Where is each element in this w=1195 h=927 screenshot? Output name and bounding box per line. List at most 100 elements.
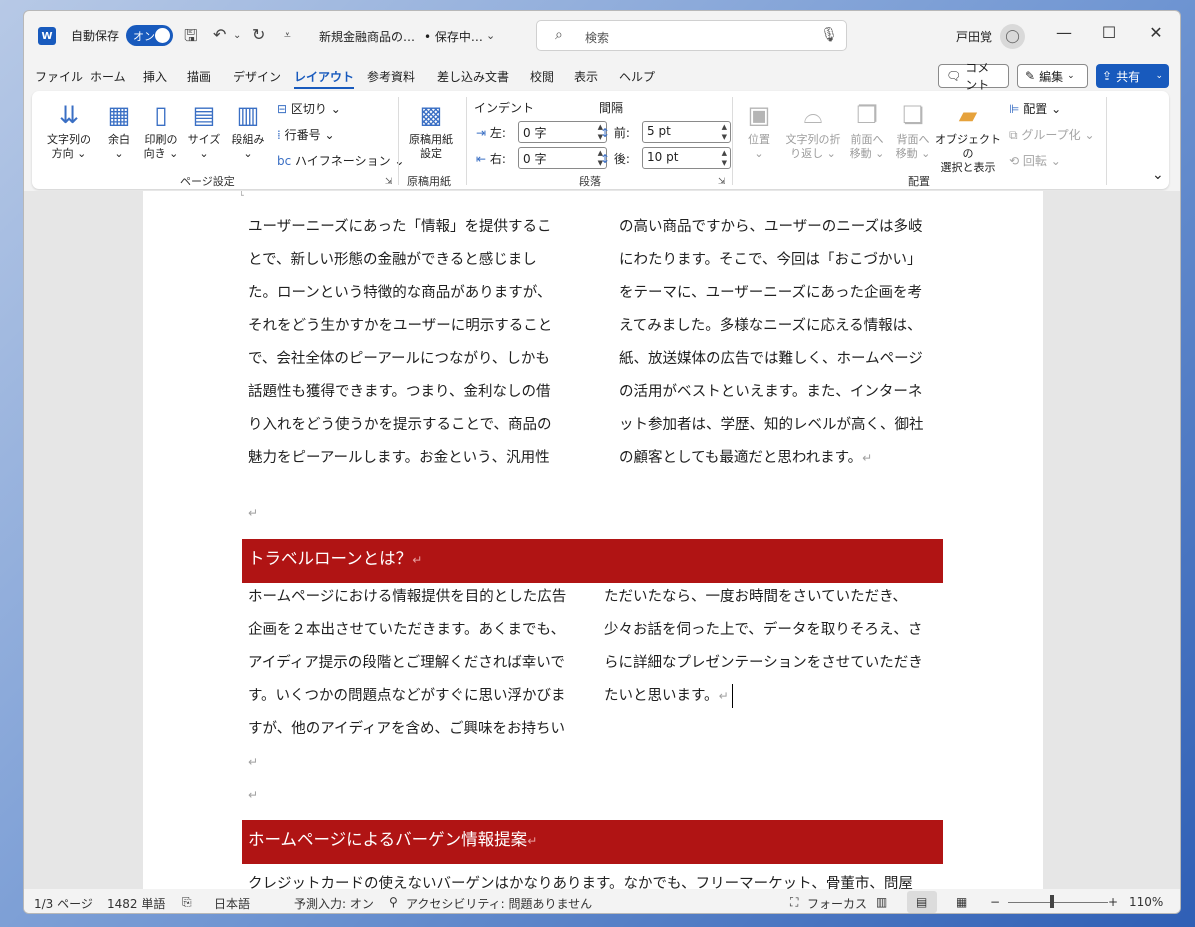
- focus-icon[interactable]: ⛶: [790, 895, 798, 910]
- manuscript-paper-icon: ▩: [419, 101, 443, 129]
- tab-design[interactable]: デザイン: [233, 68, 281, 85]
- read-mode-icon[interactable]: ▥: [876, 895, 887, 909]
- indent-right-input[interactable]: 0 字 ▲ ▼: [518, 147, 607, 169]
- tab-mailings[interactable]: 差し込み文書: [437, 68, 509, 85]
- heading-bargain-info[interactable]: ホームページによるバーゲン情報提案↵: [242, 820, 943, 864]
- position-icon: ▣: [747, 101, 771, 129]
- undo-icon[interactable]: ↶: [213, 25, 226, 44]
- ribbon-collapse-icon[interactable]: ⌄: [1152, 167, 1164, 183]
- user-avatar-icon[interactable]: ◯: [1000, 24, 1025, 49]
- zoom-level[interactable]: 110%: [1129, 895, 1163, 909]
- document-title[interactable]: 新規金融商品の…: [319, 28, 415, 45]
- redo-icon[interactable]: ↻: [252, 25, 265, 44]
- zoom-slider[interactable]: [1008, 902, 1108, 903]
- paragraph-mark: ↵: [718, 689, 729, 703]
- orientation-button[interactable]: ▯ 印刷の 向き ⌄: [140, 99, 182, 161]
- text-prediction[interactable]: 予測入力: オン: [294, 895, 374, 912]
- maximize-icon[interactable]: ☐: [1094, 23, 1124, 42]
- editing-mode-button[interactable]: ✎ 編集 ⌄: [1017, 64, 1088, 88]
- word-app-icon[interactable]: W: [38, 27, 56, 45]
- spinner-arrows-icon[interactable]: ▲ ▼: [722, 148, 727, 168]
- spacing-after-text: 後:: [613, 152, 630, 166]
- wrap-text-button[interactable]: ⌓ 文字列の折 り返し ⌄: [782, 99, 844, 161]
- rotate-button[interactable]: ⟲ 回転 ⌄: [1009, 152, 1061, 169]
- tab-draw[interactable]: 描画: [187, 68, 211, 85]
- spacing-before-value: 5 pt: [647, 124, 671, 138]
- search-box[interactable]: ⌕ 検索 🎙: [536, 20, 847, 51]
- align-button[interactable]: ⊫ 配置 ⌄: [1009, 100, 1061, 117]
- text-line: で、会社全体のピーアールにつながり、しかも: [248, 351, 550, 367]
- text-cursor: [731, 684, 733, 708]
- breaks-button[interactable]: ⊟ 区切り ⌄: [277, 100, 341, 117]
- section2-right-column[interactable]: ただいたなら、一度お時間をさいていただき、 少々お話を伺った上で、データを取りそ…: [604, 581, 923, 713]
- tab-home[interactable]: ホーム: [90, 68, 126, 85]
- autosave-label: 自動保存: [71, 29, 120, 43]
- tab-view[interactable]: 表示: [574, 68, 598, 85]
- tab-file[interactable]: ファイル: [35, 68, 83, 85]
- section1-left-column[interactable]: ユーザーニーズにあった「情報」を提供するこ とで、新しい形態の金融ができると感じ…: [248, 211, 552, 475]
- text-line: たいと思います。↵: [604, 680, 923, 713]
- hyphenation-button[interactable]: bc ハイフネーション ⌄: [277, 152, 404, 169]
- autosave-toggle-label: オン: [133, 29, 155, 43]
- minimize-icon[interactable]: —: [1049, 23, 1079, 42]
- text-line: の高い商品ですから、ユーザーのニーズは多岐: [619, 219, 923, 235]
- bring-forward-button[interactable]: ❐ 前面へ 移動 ⌄: [846, 99, 888, 161]
- microphone-icon[interactable]: 🎙: [820, 27, 838, 43]
- save-status[interactable]: • 保存中…: [424, 28, 483, 45]
- autosave-toggle[interactable]: オン: [126, 25, 173, 46]
- selection-pane-button[interactable]: ▰ オブジェクトの 選択と表示: [934, 99, 1002, 175]
- document-canvas[interactable]: └ ユーザーニーズにあった「情報」を提供するこ とで、新しい形態の金融ができると…: [24, 191, 1180, 889]
- proofing-icon[interactable]: ⎘: [182, 895, 192, 910]
- position-button[interactable]: ▣ 位置 ⌄: [739, 99, 779, 161]
- indent-title: インデント: [474, 101, 535, 115]
- size-button[interactable]: ▤ サイズ ⌄: [186, 99, 222, 161]
- paragraph-dialog-launcher-icon[interactable]: ⇲: [718, 177, 726, 187]
- section2-left-column[interactable]: ホームページにおける情報提供を目的とした広告 企画を２本出させていただきます。あ…: [248, 581, 566, 812]
- tab-layout[interactable]: レイアウト: [294, 68, 355, 89]
- close-icon[interactable]: ✕: [1141, 23, 1171, 42]
- spacing-after-input[interactable]: 10 pt ▲ ▼: [642, 147, 731, 169]
- group-button[interactable]: ⧉ グループ化 ⌄: [1009, 126, 1095, 143]
- web-layout-icon[interactable]: ▦: [956, 895, 967, 909]
- spacing-before-input[interactable]: 5 pt ▲ ▼: [642, 121, 731, 143]
- comment-button[interactable]: 🗨 コメント: [938, 61, 1009, 92]
- bring-forward-label-2: 移動: [849, 147, 872, 160]
- zoom-slider-handle[interactable]: [1050, 895, 1054, 908]
- print-layout-icon[interactable]: ▤: [916, 895, 927, 909]
- tab-help[interactable]: ヘルプ: [619, 68, 655, 85]
- chevron-down-icon[interactable]: ⌄: [486, 29, 495, 42]
- margins-button[interactable]: ▦ 余白 ⌄: [102, 99, 136, 161]
- selection-pane-icon: ▰: [958, 101, 978, 129]
- accessibility-status[interactable]: アクセシビリティ: 問題ありません: [406, 895, 592, 912]
- send-backward-button[interactable]: ❏ 背面へ 移動 ⌄: [892, 99, 934, 161]
- tab-insert[interactable]: 挿入: [143, 68, 167, 85]
- zoom-in-icon[interactable]: +: [1108, 895, 1118, 909]
- tab-references[interactable]: 参考資料: [367, 68, 415, 85]
- empty-paragraph[interactable]: ↵: [248, 497, 258, 530]
- customize-qat-icon[interactable]: ⩡: [284, 28, 291, 43]
- columns-button[interactable]: ▥ 段組み ⌄: [228, 99, 268, 161]
- word-count[interactable]: 1482 単語: [107, 895, 165, 912]
- language[interactable]: 日本語: [214, 895, 250, 912]
- manuscript-settings-button[interactable]: ▩ 原稿用紙 設定: [404, 99, 458, 161]
- section3-paragraph[interactable]: クレジットカードの使えないバーゲンはかなりあります。なかでも、フリーマーケット、…: [248, 868, 913, 889]
- share-button[interactable]: ⇪ 共有 ⌄: [1096, 64, 1169, 88]
- heading-travel-loan[interactable]: トラベルローンとは？↵: [242, 539, 943, 583]
- section1-right-column[interactable]: の高い商品ですから、ユーザーのニーズは多岐 にわたります。そこで、今回は「おこづ…: [619, 211, 924, 475]
- zoom-out-icon[interactable]: −: [990, 895, 1000, 909]
- page-count[interactable]: 1/3 ページ: [34, 895, 93, 912]
- user-name[interactable]: 戸田覚: [956, 28, 992, 45]
- focus-mode[interactable]: フォーカス: [807, 895, 867, 912]
- page-setup-dialog-launcher-icon[interactable]: ⇲: [385, 177, 393, 187]
- spinner-arrows-icon[interactable]: ▲ ▼: [722, 122, 727, 142]
- save-icon[interactable]: 🖫: [184, 25, 198, 52]
- indent-left-input[interactable]: 0 字 ▲ ▼: [518, 121, 607, 143]
- rotate-label: 回転: [1022, 154, 1047, 168]
- undo-dropdown-icon[interactable]: ⌄: [233, 30, 241, 41]
- line-numbers-button[interactable]: ⁞ 行番号 ⌄: [277, 126, 335, 143]
- manuscript-label-1: 原稿用紙: [409, 133, 453, 146]
- document-page[interactable]: └ ユーザーニーズにあった「情報」を提供するこ とで、新しい形態の金融ができると…: [143, 191, 1043, 889]
- text-direction-button[interactable]: ⇊ 文字列の 方向 ⌄: [44, 99, 94, 161]
- accessibility-icon[interactable]: ⚲: [389, 895, 398, 909]
- tab-review[interactable]: 校閲: [530, 68, 554, 85]
